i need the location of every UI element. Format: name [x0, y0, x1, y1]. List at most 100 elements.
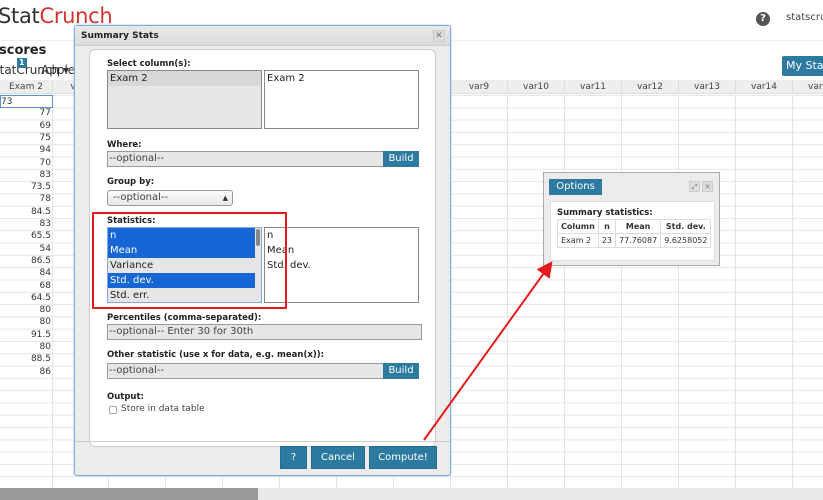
- table-cell[interactable]: 65.5: [0, 230, 53, 242]
- table-cell[interactable]: 73.5: [0, 181, 53, 193]
- selected-column[interactable]: Exam 2: [265, 71, 418, 86]
- results-header: Column: [557, 219, 599, 234]
- table-cell[interactable]: 68: [0, 280, 53, 292]
- results-title: Summary statistics:: [557, 208, 653, 218]
- results-body: Summary statistics: Column n Mean Std. dev.…: [550, 201, 715, 261]
- selected-statistic[interactable]: Mean: [265, 243, 418, 258]
- select-arrows-icon: ▲: [222, 194, 228, 202]
- table-cell[interactable]: 80: [0, 316, 53, 328]
- store-in-table-checkbox[interactable]: [109, 406, 117, 414]
- store-in-table-label[interactable]: Store in data table: [121, 404, 205, 414]
- results-cell: 9.6258052: [660, 233, 712, 248]
- dialog-title[interactable]: Summary Stats: [75, 26, 450, 46]
- table-cell[interactable]: 83: [0, 169, 53, 181]
- table-cell[interactable]: 94: [0, 144, 53, 156]
- output-label: Output:: [107, 392, 144, 402]
- selected-statistic[interactable]: n: [265, 228, 418, 243]
- column-header[interactable]: var11: [565, 80, 622, 94]
- where-input[interactable]: --optional--: [107, 151, 384, 167]
- table-cell[interactable]: 83: [0, 218, 53, 230]
- statistic-option[interactable]: Std. dev.: [108, 273, 255, 288]
- results-row: Exam 2 23 77.76087 9.6258052: [557, 233, 712, 248]
- group-by-select[interactable]: --optional-- ▲: [107, 190, 233, 206]
- group-by-label: Group by:: [107, 177, 155, 187]
- statistic-option[interactable]: Mean: [108, 243, 255, 258]
- compute-button[interactable]: Compute!: [369, 446, 437, 469]
- column-header[interactable]: var15: [793, 80, 823, 94]
- column-header[interactable]: var14: [736, 80, 793, 94]
- table-cell[interactable]: 70: [0, 157, 53, 169]
- horizontal-scrollbar[interactable]: [0, 488, 823, 500]
- results-table: Column n Mean Std. dev. Exam 2 23 77.76087 9.6…: [557, 219, 712, 248]
- column-divider: [792, 95, 793, 488]
- options-button[interactable]: Options: [549, 179, 602, 195]
- logo-stat: Stat: [0, 4, 40, 28]
- selected-statistics-list[interactable]: n Mean Std. dev.: [264, 227, 419, 303]
- column-divider: [735, 95, 736, 488]
- list-scrollbar[interactable]: [256, 229, 260, 246]
- available-columns-list[interactable]: Exam 2: [107, 70, 262, 129]
- table-cell[interactable]: 69: [0, 120, 53, 132]
- help-button[interactable]: ?: [280, 446, 307, 469]
- close-icon[interactable]: ✕: [702, 181, 713, 192]
- table-cell[interactable]: 91.5: [0, 329, 53, 341]
- results-cell: Exam 2: [557, 233, 599, 248]
- percentiles-label: Percentiles (comma-separated):: [107, 313, 262, 323]
- table-cell[interactable]: 73: [0, 95, 53, 108]
- table-cell[interactable]: 86: [0, 366, 53, 378]
- table-cell[interactable]: 80: [0, 341, 53, 353]
- table-cell[interactable]: 84: [0, 267, 53, 279]
- scrollbar-thumb[interactable]: [0, 488, 258, 500]
- results-header: Mean: [615, 219, 662, 234]
- selected-statistic[interactable]: Std. dev.: [265, 258, 418, 273]
- cancel-button[interactable]: Cancel: [311, 446, 365, 469]
- column-header[interactable]: var12: [622, 80, 679, 94]
- dataset-title: scores: [0, 43, 47, 58]
- table-cell[interactable]: 77: [0, 107, 53, 119]
- column-option[interactable]: Exam 2: [108, 71, 261, 86]
- column-divider: [678, 95, 679, 488]
- user-menu[interactable]: statscrunch: [786, 12, 823, 23]
- other-statistic-label: Other statistic (use x for data, e.g. me…: [107, 350, 324, 360]
- selected-columns-list[interactable]: Exam 2: [264, 70, 419, 129]
- footer-divider: [75, 441, 450, 442]
- results-cell: 77.76087: [615, 233, 662, 248]
- table-cell[interactable]: 88.5: [0, 353, 53, 365]
- my-statcrunch-button[interactable]: My StatCrunch: [782, 56, 823, 76]
- help-icon[interactable]: ?: [756, 12, 770, 26]
- where-label: Where:: [107, 140, 142, 150]
- table-cell[interactable]: 75: [0, 132, 53, 144]
- results-header: n: [597, 219, 617, 234]
- table-cell[interactable]: 84.5: [0, 206, 53, 218]
- dialog-body: Select column(s): Exam 2 Exam 2 Where: -…: [89, 49, 436, 447]
- summary-stats-dialog: Summary Stats ✕ Select column(s): Exam 2…: [74, 25, 451, 476]
- column-divider: [621, 95, 622, 488]
- other-statistic-input[interactable]: --optional--: [107, 363, 384, 379]
- percentiles-input[interactable]: --optional-- Enter 30 for 30th: [107, 324, 422, 340]
- results-header: Std. dev.: [660, 219, 712, 234]
- statistic-option[interactable]: n: [108, 228, 255, 243]
- statistics-label: Statistics:: [107, 216, 156, 226]
- results-window: Options ⤢ ✕ Summary statistics: Column n M…: [543, 172, 720, 266]
- table-cell[interactable]: 80: [0, 304, 53, 316]
- statistic-option[interactable]: Std. err.: [108, 288, 255, 302]
- results-cell: 23: [597, 233, 617, 248]
- table-cell[interactable]: 86.5: [0, 255, 53, 267]
- column-header[interactable]: var13: [679, 80, 736, 94]
- table-cell[interactable]: 64.5: [0, 292, 53, 304]
- column-divider: [507, 95, 508, 488]
- close-icon[interactable]: ✕: [433, 30, 445, 42]
- expand-icon[interactable]: ⤢: [689, 181, 700, 192]
- table-cell[interactable]: 78: [0, 193, 53, 205]
- column-header[interactable]: Exam 2: [0, 80, 53, 94]
- column-header[interactable]: var10: [508, 80, 565, 94]
- where-build-button[interactable]: Build: [383, 151, 419, 167]
- other-statistic-build-button[interactable]: Build: [383, 363, 419, 379]
- group-by-value: --optional--: [113, 192, 169, 203]
- statistics-list[interactable]: n Mean Variance Std. dev. Std. err.: [107, 227, 262, 303]
- statistic-option[interactable]: Variance: [108, 258, 255, 273]
- column-header[interactable]: var9: [451, 80, 508, 94]
- table-cell[interactable]: 54: [0, 243, 53, 255]
- notification-badge: 1: [17, 58, 27, 68]
- column-divider: [564, 95, 565, 488]
